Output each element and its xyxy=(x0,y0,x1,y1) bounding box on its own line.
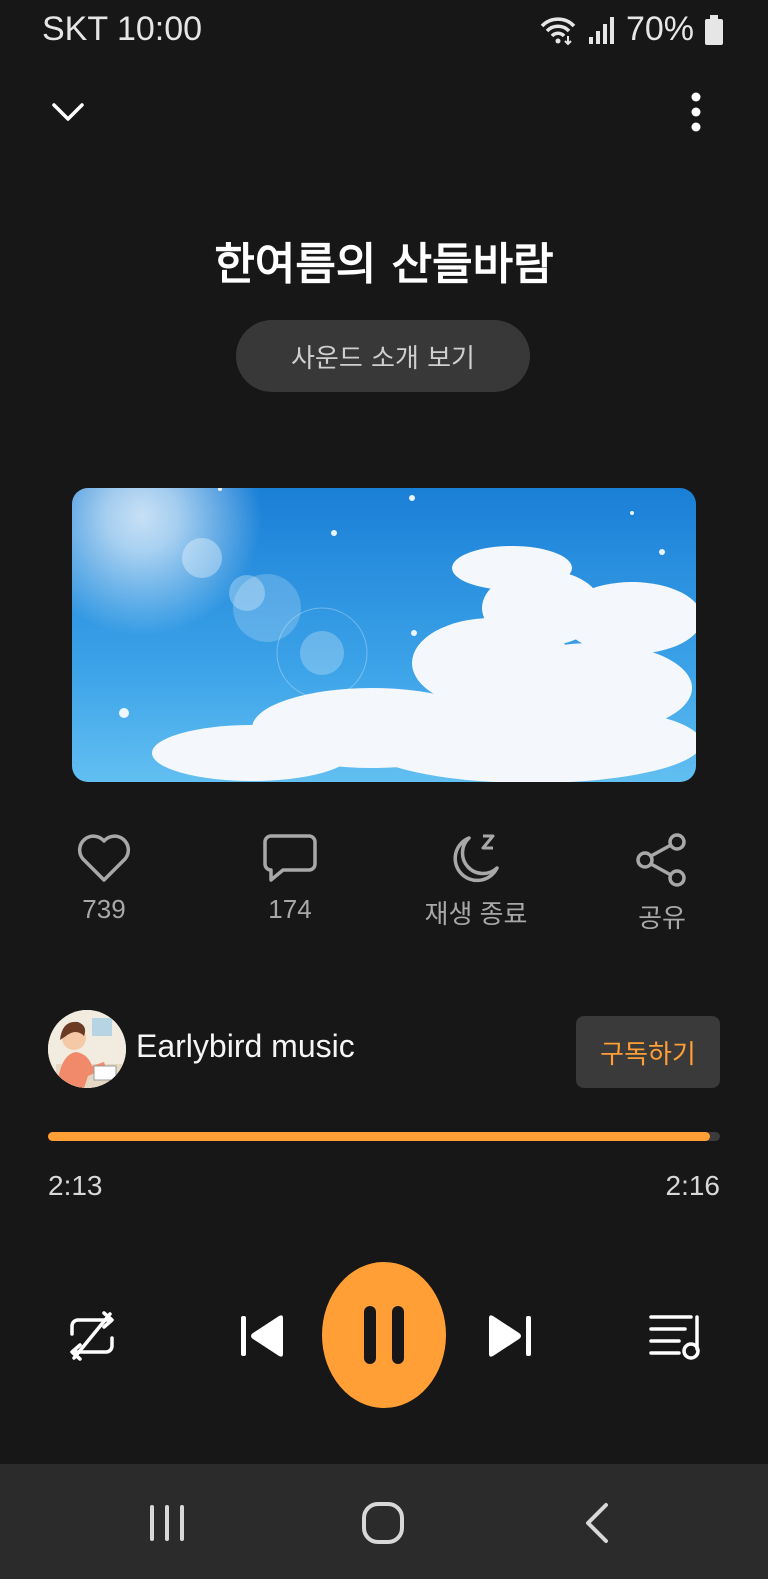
battery-percent: 70% xyxy=(625,10,694,48)
status-bar-right: 70% xyxy=(538,10,724,49)
sleep-timer-button[interactable]: 재생 종료 xyxy=(396,832,556,931)
progress-bar[interactable] xyxy=(48,1132,720,1141)
battery-icon xyxy=(705,14,723,45)
back-icon xyxy=(586,1503,608,1543)
repeat-button[interactable] xyxy=(56,1300,128,1372)
wifi-icon xyxy=(540,16,576,45)
comment-count: 174 xyxy=(268,894,312,924)
share-button[interactable]: 공유 xyxy=(582,832,742,935)
pause-button[interactable] xyxy=(322,1262,446,1408)
playlist-button[interactable] xyxy=(640,1300,712,1372)
share-label: 공유 xyxy=(638,903,686,933)
cover-art xyxy=(72,488,696,782)
next-button[interactable] xyxy=(478,1304,542,1368)
repeat-icon xyxy=(70,1311,114,1361)
subscribe-label: 구독하기 xyxy=(600,1039,696,1070)
more-vertical-icon xyxy=(691,92,701,132)
like-button[interactable]: 739 xyxy=(24,832,184,925)
sound-intro-button[interactable]: 사운드 소개 보기 xyxy=(236,320,530,392)
next-icon xyxy=(489,1315,531,1357)
pause-icon xyxy=(364,1306,404,1364)
previous-icon xyxy=(241,1315,283,1357)
previous-button[interactable] xyxy=(230,1304,294,1368)
more-options-button[interactable] xyxy=(676,88,716,136)
sound-intro-label: 사운드 소개 보기 xyxy=(291,343,475,374)
playlist-icon xyxy=(649,1315,700,1360)
collapse-button[interactable] xyxy=(44,88,92,136)
channel-avatar[interactable] xyxy=(48,1010,126,1088)
comment-icon xyxy=(263,834,317,882)
progress-fill xyxy=(48,1132,710,1141)
track-title: 한여름의 산들바람 xyxy=(214,239,554,290)
channel-name[interactable]: Earlybird music xyxy=(136,1028,355,1065)
sleep-timer-label: 재생 종료 xyxy=(424,899,528,929)
share-icon xyxy=(636,833,686,887)
carrier-label: SKT xyxy=(42,10,108,48)
status-bar-left: SKT 10:00 xyxy=(42,10,202,49)
like-count: 739 xyxy=(82,894,126,924)
recent-apps-button[interactable] xyxy=(132,1488,202,1558)
recent-apps-icon xyxy=(150,1505,184,1541)
home-button[interactable] xyxy=(348,1488,418,1558)
signal-icon xyxy=(588,16,614,44)
back-button[interactable] xyxy=(562,1488,632,1558)
subscribe-button[interactable]: 구독하기 xyxy=(576,1016,720,1088)
moon-icon xyxy=(453,834,499,883)
total-time: 2:16 xyxy=(665,1170,721,1201)
current-time: 2:13 xyxy=(48,1170,103,1201)
comment-button[interactable]: 174 xyxy=(210,832,370,925)
chevron-down-icon xyxy=(52,103,84,121)
clock: 10:00 xyxy=(116,10,203,48)
home-icon xyxy=(362,1502,404,1544)
heart-icon xyxy=(77,834,131,882)
